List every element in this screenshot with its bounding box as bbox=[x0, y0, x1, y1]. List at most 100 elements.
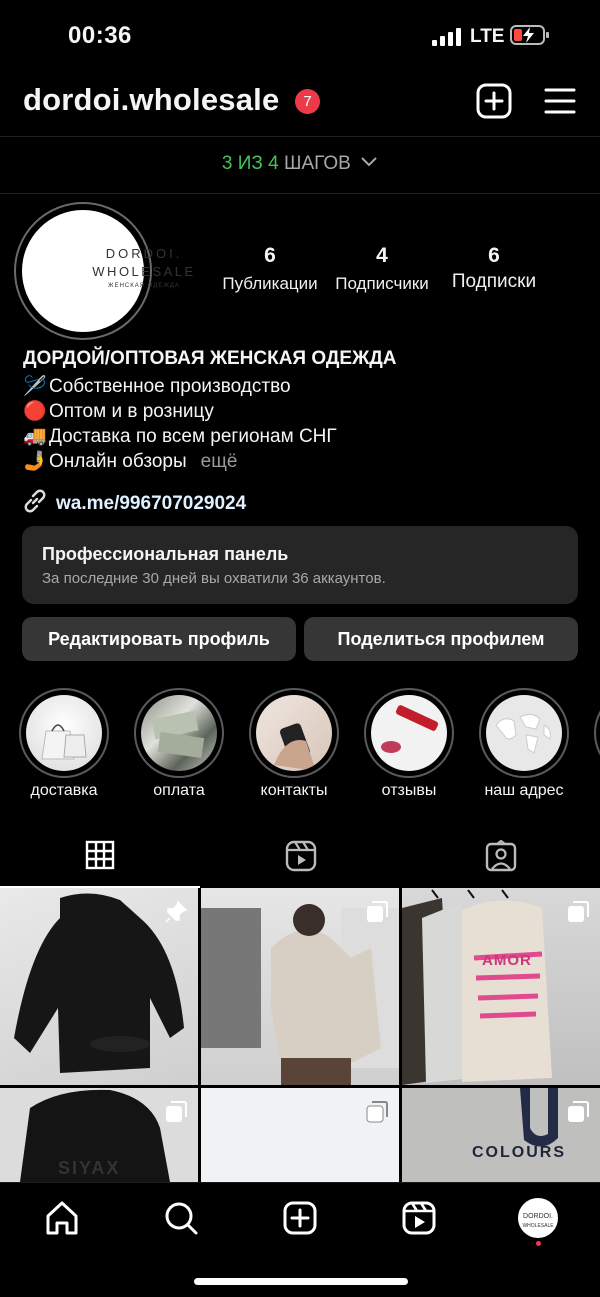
post-6[interactable]: COLOURS bbox=[402, 1088, 600, 1182]
tagged-tab[interactable] bbox=[400, 828, 600, 886]
stat-label: Подписки bbox=[451, 271, 537, 292]
profile-activity-dot bbox=[536, 1241, 541, 1246]
battery-charging-icon bbox=[510, 25, 549, 45]
highlight-label: оплата bbox=[153, 782, 205, 799]
reels-icon[interactable] bbox=[399, 1198, 439, 1238]
avatar-logo-line1: DORDOI. bbox=[105, 246, 183, 261]
profile-steps-bar[interactable]: 3 ИЗ 4 ШАГОВ bbox=[0, 136, 600, 194]
profile-tab-avatar[interactable]: DORDOI. WHOLESALE bbox=[518, 1198, 558, 1238]
carousel-icon bbox=[166, 1101, 187, 1122]
share-profile-button[interactable]: Поделиться профилем bbox=[304, 617, 578, 661]
highlight-cover bbox=[256, 695, 332, 771]
highlight-ring bbox=[479, 688, 569, 778]
search-icon[interactable] bbox=[161, 1198, 201, 1238]
post-overlay-text: SIYAX bbox=[58, 1158, 121, 1178]
highlight-label: наш адрес bbox=[484, 782, 564, 799]
bio-line: 🚚 Доставка по всем регионам СНГ bbox=[23, 424, 583, 449]
avatar-logo-line3: ЖЕНСКАЯ ОДЕЖДА bbox=[108, 283, 180, 289]
create-post-icon[interactable] bbox=[476, 83, 512, 119]
bio-text: Оптом и в розницу bbox=[49, 401, 214, 422]
highlight-delivery[interactable]: доставка bbox=[19, 688, 109, 800]
highlight-add-partial[interactable] bbox=[594, 688, 600, 778]
notification-badge[interactable]: 7 bbox=[295, 89, 320, 114]
post-1[interactable] bbox=[0, 888, 198, 1085]
profile-tab-logo-line1: DORDOI. bbox=[523, 1213, 553, 1220]
highlight-label: доставка bbox=[30, 782, 98, 799]
home-indicator[interactable] bbox=[194, 1278, 408, 1285]
stat-posts[interactable]: 6 Публикации bbox=[220, 244, 320, 294]
red-circle-icon: 🔴 bbox=[23, 401, 47, 422]
profile-name: ДОРДОЙ/ОПТОВАЯ ЖЕНСКАЯ ОДЕЖДА bbox=[23, 348, 397, 369]
highlight-contacts[interactable]: контакты bbox=[249, 688, 339, 800]
post-5[interactable] bbox=[201, 1088, 399, 1182]
bio-more-link[interactable]: ещё bbox=[201, 451, 238, 472]
highlight-label: отзывы bbox=[381, 782, 437, 799]
bio-text: Собственное производство bbox=[49, 376, 291, 397]
highlight-cover bbox=[486, 695, 562, 771]
stat-value: 6 bbox=[264, 244, 276, 267]
post-2[interactable] bbox=[201, 888, 399, 1085]
highlight-label: контакты bbox=[260, 782, 328, 799]
highlight-cover bbox=[26, 695, 102, 771]
link-icon bbox=[24, 489, 46, 513]
highlight-payment[interactable]: оплата bbox=[134, 688, 224, 800]
menu-icon[interactable] bbox=[544, 87, 576, 115]
stat-label: Подписчики bbox=[335, 274, 429, 293]
bio-line: 🤳 Онлайн обзоры ещё bbox=[23, 449, 583, 474]
selfie-icon: 🤳 bbox=[23, 451, 47, 472]
post-4[interactable]: SIYAX bbox=[0, 1088, 198, 1182]
profile-header: dordoi.wholesale 7 bbox=[0, 70, 600, 136]
highlight-address[interactable]: наш адрес bbox=[479, 688, 569, 800]
bio-text: Онлайн обзоры bbox=[49, 451, 187, 472]
highlight-ring bbox=[19, 688, 109, 778]
highlight-ring bbox=[364, 688, 454, 778]
panel-title: Профессиональная панель bbox=[42, 544, 289, 564]
post-3[interactable]: AMOR bbox=[402, 888, 600, 1085]
signal-icon bbox=[432, 26, 462, 46]
stat-value: 4 bbox=[376, 244, 388, 267]
clock: 00:36 bbox=[68, 22, 132, 49]
bio-link[interactable]: wa.me/996707029024 bbox=[22, 488, 246, 515]
carousel-icon bbox=[367, 901, 388, 922]
highlight-reviews[interactable]: отзывы bbox=[364, 688, 454, 800]
reels-tab[interactable] bbox=[200, 828, 400, 886]
bio-line: 🔴 Оптом и в розницу bbox=[23, 399, 583, 424]
post-overlay-text: AMOR bbox=[482, 952, 532, 969]
carousel-icon bbox=[366, 1101, 388, 1123]
status-bar: 00:36 LTE bbox=[0, 0, 600, 70]
stat-value: 6 bbox=[488, 244, 500, 267]
steps-progress: 3 ИЗ 4 bbox=[221, 153, 279, 174]
grid-tab[interactable] bbox=[0, 828, 200, 888]
needle-icon: 🪡 bbox=[23, 376, 47, 397]
network-label: LTE bbox=[470, 26, 505, 47]
chevron-down-icon bbox=[361, 157, 377, 167]
stat-label: Публикации bbox=[222, 274, 318, 293]
highlight-cover bbox=[371, 695, 447, 771]
highlight-ring bbox=[594, 688, 600, 778]
pin-icon bbox=[165, 900, 188, 923]
home-icon[interactable] bbox=[42, 1198, 82, 1238]
stat-following[interactable]: 6 Подписки bbox=[446, 244, 542, 293]
avatar-logo-line2: WHOLESALE bbox=[92, 264, 196, 279]
edit-profile-button[interactable]: Редактировать профиль bbox=[22, 617, 296, 661]
bio-text: Доставка по всем регионам СНГ bbox=[49, 426, 337, 447]
carousel-icon bbox=[568, 1101, 589, 1122]
bio-link-text: wa.me/996707029024 bbox=[56, 493, 247, 514]
profile-tab-logo-line2: WHOLESALE bbox=[522, 1223, 554, 1229]
highlight-ring bbox=[134, 688, 224, 778]
username-switcher[interactable]: dordoi.wholesale bbox=[23, 82, 279, 118]
stat-followers[interactable]: 4 Подписчики bbox=[332, 244, 432, 294]
avatar[interactable]: DORDOI. WHOLESALE ЖЕНСКАЯ ОДЕЖДА bbox=[22, 210, 193, 332]
reels-icon bbox=[285, 840, 317, 872]
bio: ДОРДОЙ/ОПТОВАЯ ЖЕНСКАЯ ОДЕЖДА 🪡 Собственн… bbox=[23, 348, 583, 474]
steps-label: ШАГОВ bbox=[278, 153, 351, 174]
carousel-icon bbox=[568, 901, 589, 922]
post-overlay-text: COLOURS bbox=[472, 1144, 566, 1161]
highlight-ring bbox=[249, 688, 339, 778]
professional-dashboard[interactable]: Профессиональная панель За последние 30 … bbox=[22, 526, 578, 604]
new-post-icon[interactable] bbox=[280, 1198, 320, 1238]
tagged-person-icon bbox=[485, 840, 517, 872]
highlight-cover bbox=[141, 695, 217, 771]
bio-line: 🪡 Собственное производство bbox=[23, 374, 583, 399]
truck-icon: 🚚 bbox=[23, 426, 47, 447]
